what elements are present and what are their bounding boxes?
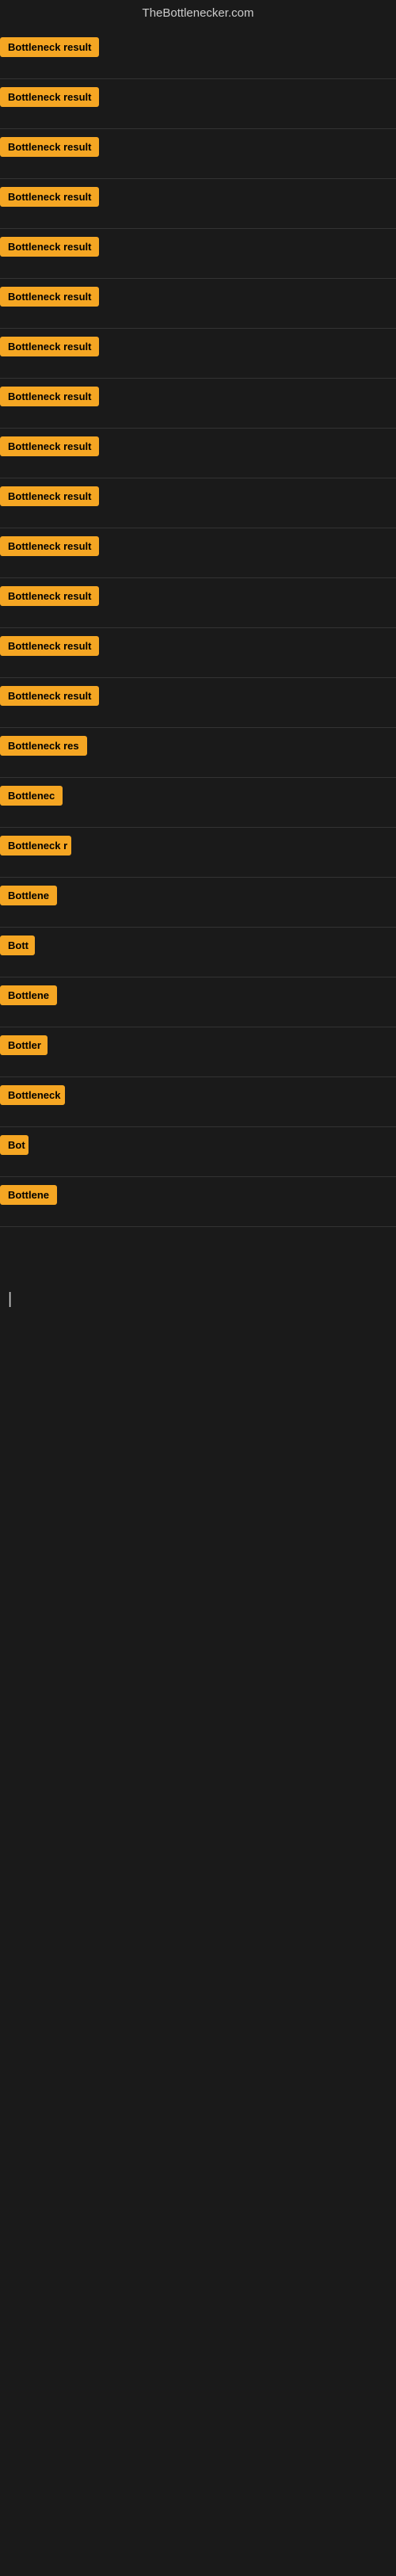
list-item: Bottleneck result [0, 329, 396, 378]
list-item: Bottleneck result [0, 678, 396, 727]
list-item: Bottleneck r [0, 828, 396, 877]
bottleneck-badge[interactable]: Bottleneck result [0, 337, 99, 356]
list-item: Bottleneck res [0, 728, 396, 777]
list-item: Bottleneck result [0, 229, 396, 278]
bottleneck-badge[interactable]: Bottleneck result [0, 237, 99, 257]
list-item: Bottlenec [0, 778, 396, 827]
list-item: Bottleneck [0, 1077, 396, 1126]
list-item: Bot [0, 1127, 396, 1176]
bottleneck-badge[interactable]: Bottleneck [0, 1085, 65, 1105]
bottleneck-badge[interactable]: Bottlene [0, 985, 57, 1005]
bottleneck-badge[interactable]: Bottleneck r [0, 836, 71, 855]
list-item: Bottlene [0, 878, 396, 927]
list-item: Bottlene [0, 977, 396, 1027]
list-item: Bottleneck result [0, 628, 396, 677]
list-item: Bottleneck result [0, 179, 396, 228]
bottleneck-badge[interactable]: Bottleneck result [0, 686, 99, 706]
bottleneck-badge[interactable]: Bottleneck result [0, 137, 99, 157]
list-item: Bott [0, 928, 396, 977]
bottleneck-badge[interactable]: Bottleneck result [0, 486, 99, 506]
bottleneck-badge[interactable]: Bottleneck result [0, 387, 99, 406]
list-item: Bottleneck result [0, 29, 396, 78]
bottleneck-badge[interactable]: Bottlene [0, 886, 57, 905]
bottleneck-badge[interactable]: Bot [0, 1135, 29, 1155]
cursor-area: | [0, 1227, 396, 1309]
list-item: Bottleneck result [0, 478, 396, 528]
list-item: Bottleneck result [0, 129, 396, 178]
bottleneck-badge[interactable]: Bottlene [0, 1185, 57, 1205]
list-item: Bottleneck result [0, 279, 396, 328]
bottleneck-badge[interactable]: Bottleneck result [0, 187, 99, 207]
site-header: TheBottlenecker.com [0, 0, 396, 29]
list-item: Bottleneck result [0, 429, 396, 478]
list-item: Bottleneck result [0, 79, 396, 128]
bottleneck-badge[interactable]: Bottleneck res [0, 736, 87, 756]
bottleneck-badge[interactable]: Bottleneck result [0, 87, 99, 107]
list-item: Bottler [0, 1027, 396, 1077]
list-item: Bottleneck result [0, 528, 396, 577]
bottleneck-badge[interactable]: Bottleneck result [0, 586, 99, 606]
bottleneck-badge[interactable]: Bottleneck result [0, 536, 99, 556]
list-item: Bottleneck result [0, 578, 396, 627]
bottleneck-badge[interactable]: Bottleneck result [0, 287, 99, 307]
list-item: Bottleneck result [0, 379, 396, 428]
cursor: | [0, 1275, 396, 1309]
list-item: Bottlene [0, 1177, 396, 1226]
bottleneck-badge[interactable]: Bottler [0, 1035, 48, 1055]
bottleneck-badge[interactable]: Bottleneck result [0, 436, 99, 456]
bottleneck-badge[interactable]: Bott [0, 936, 35, 955]
bottleneck-badge[interactable]: Bottleneck result [0, 37, 99, 57]
bottleneck-badge[interactable]: Bottlenec [0, 786, 63, 806]
bottleneck-badge[interactable]: Bottleneck result [0, 636, 99, 656]
